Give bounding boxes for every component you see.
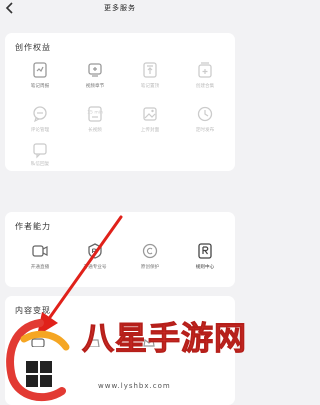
watermark: 八星手游网 www.lyshbx.com bbox=[0, 305, 247, 405]
watermark-logo bbox=[6, 319, 70, 402]
watermark-url: www.lyshbx.com bbox=[98, 382, 171, 390]
watermark-text: 八星手游网 bbox=[81, 319, 248, 358]
